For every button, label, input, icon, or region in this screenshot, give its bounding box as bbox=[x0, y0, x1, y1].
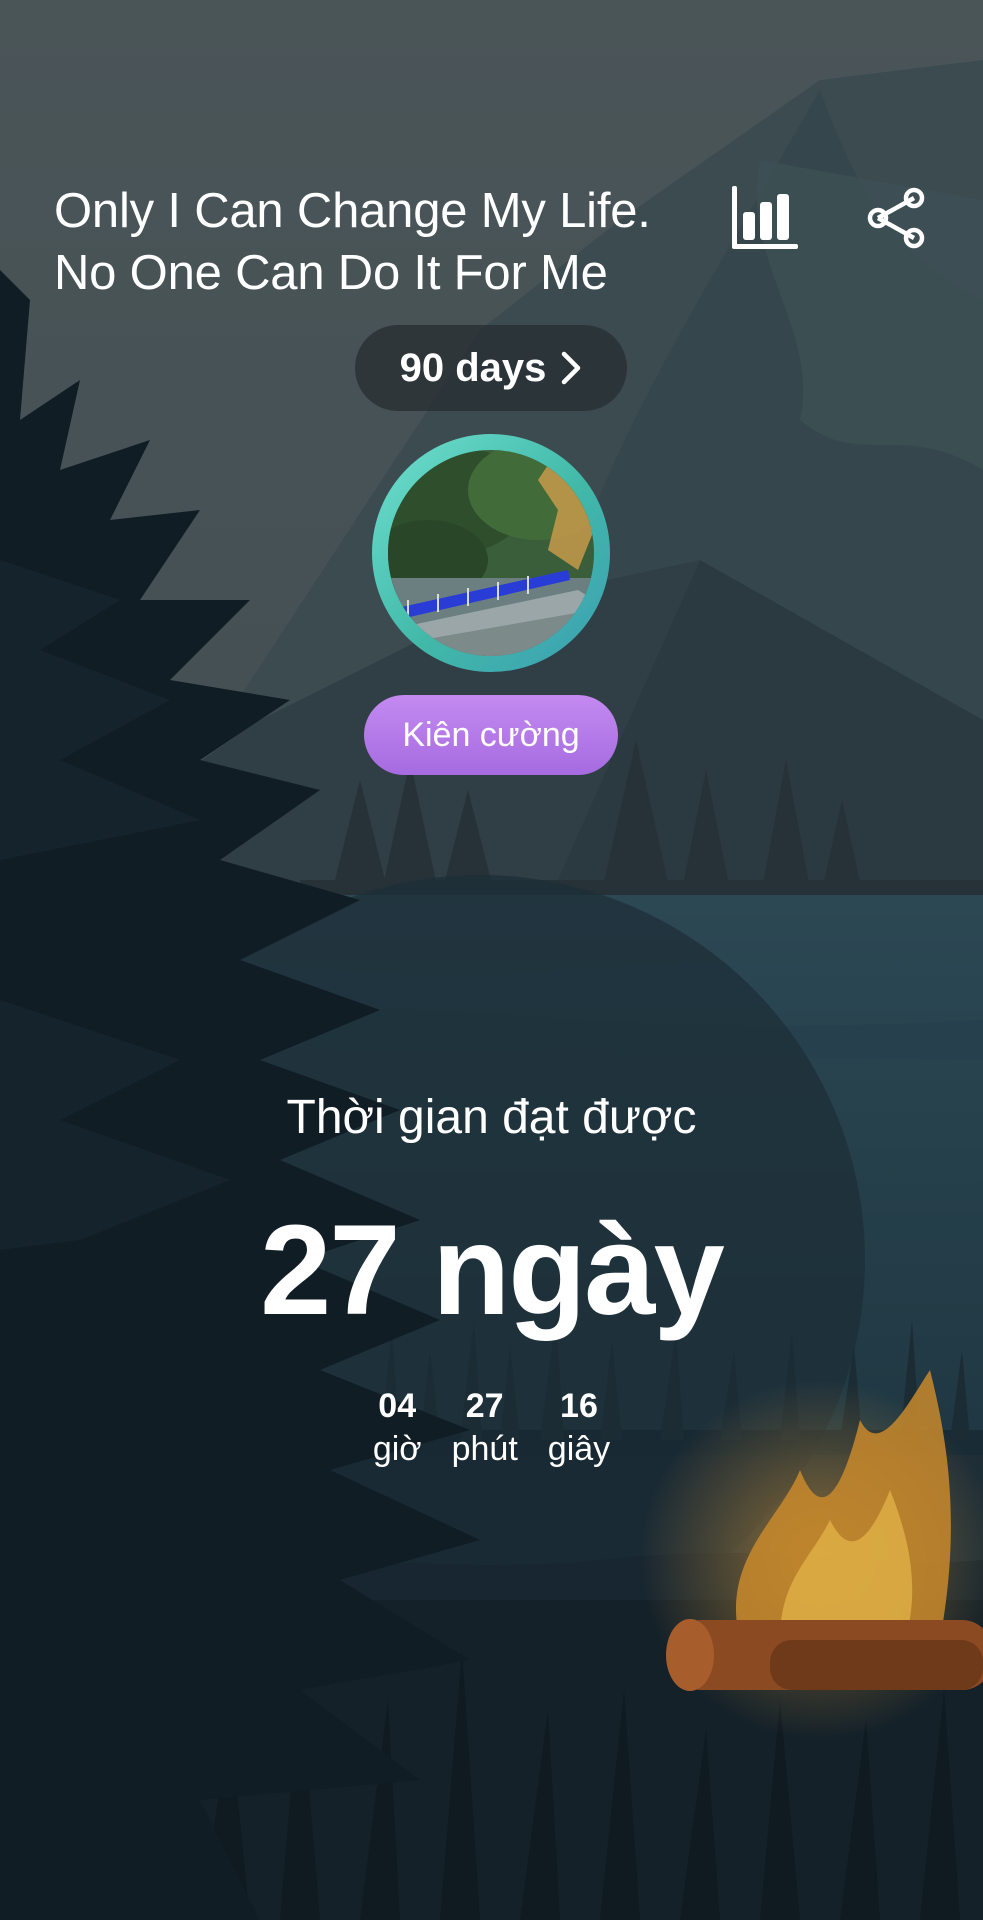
seconds-unit: 16 giây bbox=[548, 1385, 610, 1471]
seconds-label: giây bbox=[547, 1430, 611, 1468]
goal-selector[interactable]: 90 days bbox=[355, 325, 627, 411]
achieved-time-label: Thời gian đạt được bbox=[286, 1091, 697, 1144]
bar-chart-icon bbox=[732, 186, 798, 249]
time-breakdown: 04 giờ 27 phút 16 giây bbox=[0, 1385, 983, 1471]
minutes-unit: 27 phút bbox=[452, 1385, 518, 1471]
share-button[interactable] bbox=[856, 178, 936, 258]
goal-label: 90 days bbox=[399, 345, 547, 390]
hours-unit: 04 giờ bbox=[373, 1385, 422, 1471]
quote-line-2: No One Can Do It For Me bbox=[54, 246, 608, 300]
seconds-value: 16 bbox=[560, 1387, 598, 1425]
hours-value: 04 bbox=[378, 1387, 417, 1425]
motivational-quote: Only I Can Change My Life. No One Can Do… bbox=[54, 180, 694, 304]
screen: Only I Can Change My Life. No One Can Do… bbox=[0, 0, 983, 1920]
avatar-image bbox=[388, 450, 594, 656]
minutes-value: 27 bbox=[465, 1387, 504, 1425]
chevron-right-icon bbox=[562, 351, 581, 385]
status-badge[interactable]: Kiên cường bbox=[364, 695, 618, 775]
quote-line-1: Only I Can Change My Life. bbox=[54, 184, 651, 238]
stats-button[interactable] bbox=[724, 178, 804, 258]
hours-label: giờ bbox=[372, 1430, 422, 1468]
badge-label: Kiên cường bbox=[402, 715, 580, 754]
avatar[interactable] bbox=[372, 434, 610, 672]
minutes-label: phút bbox=[451, 1430, 518, 1468]
avatar-photo bbox=[388, 450, 594, 656]
share-icon bbox=[867, 187, 925, 249]
days-counter: 27 ngày bbox=[260, 1199, 725, 1342]
